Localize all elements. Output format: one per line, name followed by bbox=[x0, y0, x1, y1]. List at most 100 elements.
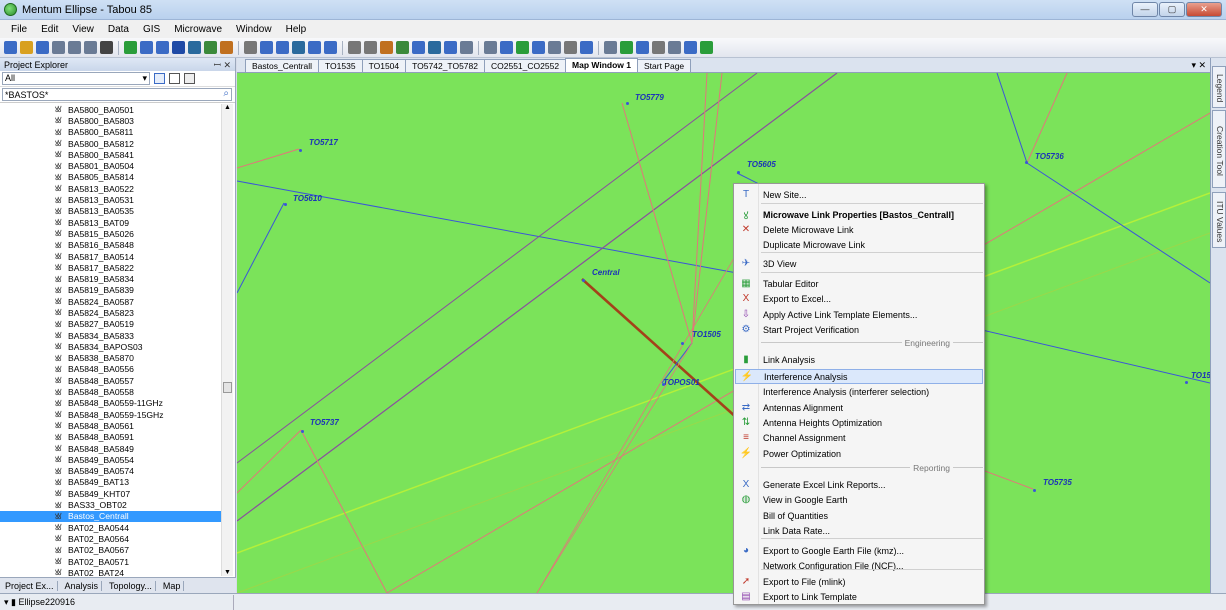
tree-item-link[interactable]: ꙋꙋ BA5815_BA5026 bbox=[0, 228, 222, 239]
panel-tab-2[interactable]: Topology... bbox=[106, 580, 156, 591]
menu-help[interactable]: Help bbox=[279, 24, 314, 35]
menu-microwave[interactable]: Microwave bbox=[167, 24, 229, 35]
site-label[interactable]: TO1505 bbox=[692, 330, 721, 339]
site-dot[interactable] bbox=[1033, 489, 1036, 492]
doc-tab[interactable]: TO5742_TO5782 bbox=[405, 59, 485, 72]
toolbar-tool-icon[interactable] bbox=[668, 41, 681, 54]
toolbar-tool-icon[interactable] bbox=[652, 41, 665, 54]
menu-item-view-in-google-earth[interactable]: ◍ View in Google Earth bbox=[735, 492, 983, 507]
menu-item-link-analysis[interactable]: ▮ Link Analysis bbox=[735, 352, 983, 367]
toolbar-tool-icon[interactable] bbox=[84, 41, 97, 54]
tree-item-link[interactable]: ꙋꙋ BA5834_BA5833 bbox=[0, 330, 222, 341]
microwave-link-line[interactable] bbox=[1026, 73, 1068, 164]
tree-item-link[interactable]: ꙋꙋ BA5817_BA5822 bbox=[0, 262, 222, 273]
view-toggle-icon[interactable] bbox=[154, 73, 165, 84]
menu-item-microwave-link-properties-bastos-centrall[interactable]: ꙋ Microwave Link Properties [Bastos_Centr… bbox=[735, 207, 983, 222]
filter-dropdown[interactable]: All bbox=[2, 72, 150, 85]
microwave-link-line[interactable] bbox=[691, 73, 708, 344]
menu-item-generate-excel-link-reports[interactable]: X Generate Excel Link Reports... bbox=[735, 477, 983, 492]
menu-window[interactable]: Window bbox=[229, 24, 279, 35]
toolbar-tool-icon[interactable] bbox=[532, 41, 545, 54]
site-dot[interactable] bbox=[284, 203, 287, 206]
toolbar-tool-icon[interactable] bbox=[564, 41, 577, 54]
panel-tab-1[interactable]: Analysis bbox=[62, 580, 103, 591]
tree-item-link[interactable]: ꙋꙋ BA5816_BA5848 bbox=[0, 240, 222, 251]
toolbar-tool-icon[interactable] bbox=[52, 41, 65, 54]
toolbar-tool-icon[interactable] bbox=[140, 41, 153, 54]
site-label[interactable]: TO15 bbox=[1191, 371, 1210, 380]
menu-file[interactable]: File bbox=[4, 24, 34, 35]
site-dot[interactable] bbox=[681, 342, 684, 345]
toolbar-tool-icon[interactable] bbox=[684, 41, 697, 54]
doc-tab[interactable]: TO1535 bbox=[318, 59, 363, 72]
site-label[interactable]: TO5717 bbox=[309, 138, 338, 147]
tree-item-link[interactable]: ꙋꙋ BA5824_BA0587 bbox=[0, 296, 222, 307]
menu-item-start-project-verification[interactable]: ⚙ Start Project Verification bbox=[735, 322, 983, 337]
menu-item-interference-analysis-interferer-selection[interactable]: Interference Analysis (interferer select… bbox=[735, 384, 983, 399]
panel-tab-0[interactable]: Project Ex... bbox=[2, 580, 58, 591]
tree-item-link[interactable]: ꙋꙋ BA5813_BAT09 bbox=[0, 217, 222, 228]
menu-item-export-to-file-mlink[interactable]: ➚ Export to File (mlink) bbox=[735, 574, 983, 589]
microwave-link-line[interactable] bbox=[1026, 162, 1210, 284]
microwave-link-line[interactable] bbox=[621, 102, 693, 344]
scenario-status[interactable]: ▾ ▮ Ellipse220916 bbox=[4, 594, 234, 610]
tree-item-link[interactable]: ꙋꙋ BA5849_BA0574 bbox=[0, 466, 222, 477]
tree-item-link[interactable]: ꙋꙋ BA5800_BA5812 bbox=[0, 138, 222, 149]
menu-item-duplicate-microwave-link[interactable]: Duplicate Microwave Link bbox=[735, 237, 983, 252]
close-button[interactable]: ✕ bbox=[1186, 2, 1222, 17]
microwave-link-line[interactable] bbox=[300, 429, 388, 593]
microwave-link-line[interactable] bbox=[237, 232, 1210, 593]
doc-tab[interactable]: CO2551_CO2552 bbox=[484, 59, 567, 72]
toolbar-tool-icon[interactable] bbox=[276, 41, 289, 54]
site-dot[interactable] bbox=[1025, 161, 1028, 164]
toolbar-tool-icon[interactable] bbox=[308, 41, 321, 54]
site-label[interactable]: TO5779 bbox=[635, 93, 664, 102]
doc-tab[interactable]: Map Window 1 bbox=[565, 58, 638, 72]
menu-item-apply-active-link-template-elements[interactable]: ⇩ Apply Active Link Template Elements... bbox=[735, 307, 983, 322]
site-dot[interactable] bbox=[582, 279, 585, 282]
maximize-button[interactable]: ▢ bbox=[1159, 2, 1185, 17]
toolbar-tool-icon[interactable] bbox=[20, 41, 33, 54]
toolbar-tool-icon[interactable] bbox=[364, 41, 377, 54]
toolbar-tool-icon[interactable] bbox=[172, 41, 185, 54]
toolbar-tool-icon[interactable] bbox=[548, 41, 561, 54]
tree-item-link[interactable]: ꙋꙋ BA5800_BA0501 bbox=[0, 104, 222, 115]
tree-item-link[interactable]: ꙋꙋ BA5848_BA5849 bbox=[0, 443, 222, 454]
tree-item-link[interactable]: ꙋꙋ BA5824_BA5823 bbox=[0, 307, 222, 318]
toolbar-tool-icon[interactable] bbox=[124, 41, 137, 54]
tree-item-link[interactable]: ꙋꙋ BA5834_BAPOS03 bbox=[0, 341, 222, 352]
tree-item-link[interactable]: ꙋꙋ BA5848_BA0561 bbox=[0, 420, 222, 431]
menu-data[interactable]: Data bbox=[101, 24, 136, 35]
tree-item-link[interactable]: ꙋꙋ BA5813_BA0535 bbox=[0, 206, 222, 217]
toolbar-tool-icon[interactable] bbox=[444, 41, 457, 54]
site-label[interactable]: TO5737 bbox=[310, 418, 339, 427]
tree-item-link[interactable]: ꙋꙋ BA5813_BA0531 bbox=[0, 194, 222, 205]
site-dot[interactable] bbox=[299, 149, 302, 152]
microwave-link-line[interactable] bbox=[237, 73, 758, 464]
tree-item-link[interactable]: ꙋꙋ BA5848_BA0557 bbox=[0, 375, 222, 386]
search-input[interactable] bbox=[2, 88, 232, 101]
tree-item-link[interactable]: ꙋꙋ BA5848_BA0559-15GHz bbox=[0, 409, 222, 420]
tree-item-link[interactable]: ꙋꙋ BA5805_BA5814 bbox=[0, 172, 222, 183]
toolbar-tool-icon[interactable] bbox=[292, 41, 305, 54]
menu-gis[interactable]: GIS bbox=[136, 24, 167, 35]
toolbar-tool-icon[interactable] bbox=[324, 41, 337, 54]
search-icon[interactable]: ⌕ bbox=[223, 88, 229, 99]
menu-item-delete-microwave-link[interactable]: ✕ Delete Microwave Link bbox=[735, 222, 983, 237]
site-label[interactable]: TOPOS01 bbox=[663, 378, 700, 387]
tree-item-link[interactable]: ꙋꙋ BA5848_BA0591 bbox=[0, 432, 222, 443]
doc-tab[interactable]: Bastos_Centrall bbox=[245, 59, 320, 72]
tree-item-link[interactable]: ꙋꙋ BA5819_BA5839 bbox=[0, 285, 222, 296]
site-dot[interactable] bbox=[662, 383, 665, 386]
site-label[interactable]: TO5605 bbox=[747, 160, 776, 169]
menu-item-link-data-rate[interactable]: Link Data Rate... bbox=[735, 523, 983, 538]
tree-view-icon[interactable] bbox=[169, 73, 180, 84]
toolbar-tool-icon[interactable] bbox=[156, 41, 169, 54]
menu-item-export-to-excel[interactable]: X Export to Excel... bbox=[735, 291, 983, 306]
tree-item-link[interactable]: ꙋꙋ BAT02_BAT24 bbox=[0, 567, 222, 576]
toolbar-tool-icon[interactable] bbox=[244, 41, 257, 54]
menu-edit[interactable]: Edit bbox=[34, 24, 65, 35]
tree-item-link[interactable]: ꙋꙋ BA5813_BA0522 bbox=[0, 183, 222, 194]
microwave-link-line[interactable] bbox=[536, 252, 738, 593]
tree-item-link[interactable]: ꙋꙋ BA5801_BA0504 bbox=[0, 160, 222, 171]
